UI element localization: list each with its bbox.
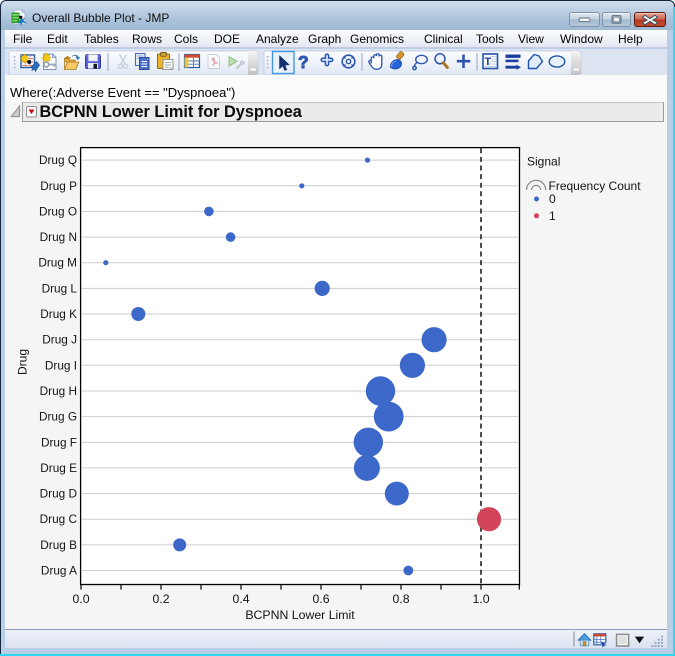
svg-text:Drug C: Drug C <box>40 512 78 526</box>
svg-text:Drug I: Drug I <box>45 358 77 372</box>
svg-text:Drug B: Drug B <box>40 538 77 552</box>
svg-text:0.0: 0.0 <box>72 592 89 606</box>
svg-text:Drug L: Drug L <box>42 281 78 295</box>
svg-text:0: 0 <box>549 192 556 206</box>
svg-text:0.4: 0.4 <box>232 592 249 606</box>
svg-text:BCPNN Lower Limit: BCPNN Lower Limit <box>245 608 355 622</box>
svg-text:Drug J: Drug J <box>42 333 77 347</box>
svg-text:Drug O: Drug O <box>39 204 77 218</box>
svg-text:Drug K: Drug K <box>40 307 77 321</box>
svg-text:0.2: 0.2 <box>152 592 169 606</box>
svg-text:Drug H: Drug H <box>40 384 77 398</box>
svg-text:T: T <box>485 56 492 68</box>
svg-text:Drug M: Drug M <box>38 256 77 270</box>
svg-text:Drug G: Drug G <box>39 410 77 424</box>
svg-text:Signal: Signal <box>527 155 560 169</box>
svg-text:1: 1 <box>549 209 556 223</box>
svg-text:Drug N: Drug N <box>40 230 77 244</box>
svg-text:BCPNN Lower Limit for Dyspnoea: BCPNN Lower Limit for Dyspnoea <box>40 103 303 121</box>
svg-text:0.8: 0.8 <box>392 592 409 606</box>
svg-text:Drug E: Drug E <box>40 461 77 475</box>
svg-text:Drug Q: Drug Q <box>39 153 77 167</box>
svg-text:0.6: 0.6 <box>312 592 329 606</box>
svg-text:Frequency Count: Frequency Count <box>549 179 642 193</box>
svg-text:Drug D: Drug D <box>40 487 77 501</box>
svg-text:Drug P: Drug P <box>40 179 77 193</box>
svg-text:1.0: 1.0 <box>472 592 489 606</box>
svg-text:Drug A: Drug A <box>41 564 77 578</box>
svg-text:Drug F: Drug F <box>41 435 77 449</box>
svg-text:Drug: Drug <box>16 349 30 375</box>
svg-text:?: ? <box>298 52 309 72</box>
